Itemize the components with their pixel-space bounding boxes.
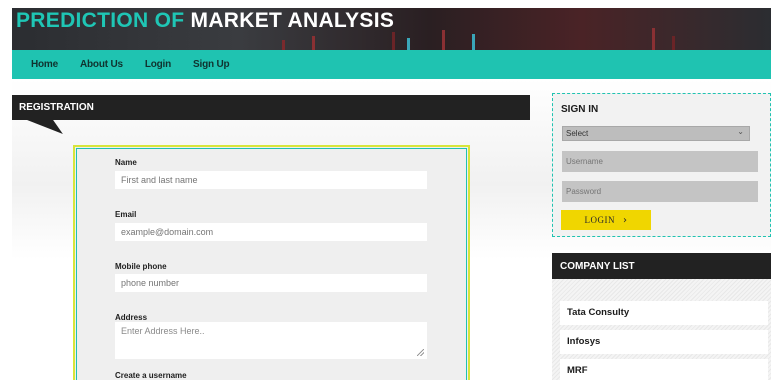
site-title-part2: MARKET ANALYSIS xyxy=(190,9,395,32)
registration-heading-label: REGISTRATION xyxy=(19,102,94,113)
address-placeholder: Enter Address Here.. xyxy=(121,326,205,336)
address-field[interactable]: Enter Address Here.. xyxy=(115,322,427,359)
role-select-value: Select xyxy=(566,129,589,138)
mobile-phone-field[interactable] xyxy=(115,274,427,292)
login-button-label: LOGIN xyxy=(584,214,615,225)
email-field[interactable] xyxy=(115,223,427,241)
email-label: Email xyxy=(115,210,137,219)
site-title: PREDICTION OF MARKET ANALYSIS xyxy=(16,9,394,33)
username-input[interactable] xyxy=(562,151,758,172)
list-item-mrf[interactable]: MRF xyxy=(560,359,768,380)
nav-sign-up[interactable]: Sign Up xyxy=(193,59,230,70)
banner-decoration xyxy=(472,34,475,50)
list-item-tata-consulty[interactable]: Tata Consulty xyxy=(560,301,768,325)
banner-decoration xyxy=(392,32,395,50)
username-create-label: Create a username xyxy=(115,371,187,380)
company-list-heading-label: COMPANY LIST xyxy=(560,261,635,272)
resize-handle-icon[interactable] xyxy=(417,349,424,356)
banner-decoration xyxy=(652,28,655,50)
list-item-infosys[interactable]: Infosys xyxy=(560,330,768,354)
nav-login[interactable]: Login xyxy=(145,59,171,70)
registration-form: Name Email Mobile phone Address Enter Ad… xyxy=(73,145,470,380)
name-field[interactable] xyxy=(115,171,427,189)
nav-about-us[interactable]: About Us xyxy=(80,59,123,70)
main-nav: Home About Us Login Sign Up xyxy=(12,50,771,79)
name-label: Name xyxy=(115,158,137,167)
banner-decoration xyxy=(672,36,675,50)
company-list: Tata Consulty Infosys MRF xyxy=(552,279,771,380)
nav-home[interactable]: Home xyxy=(31,59,58,70)
password-input[interactable] xyxy=(562,181,758,202)
chevron-down-icon: ⌄ xyxy=(737,127,744,136)
banner-decoration xyxy=(312,36,315,50)
site-title-part1: PREDICTION OF xyxy=(16,9,191,32)
chevron-right-icon: › xyxy=(623,214,628,226)
mobile-phone-label: Mobile phone xyxy=(115,262,167,271)
header-banner: PREDICTION OF MARKET ANALYSIS xyxy=(12,8,771,50)
address-label: Address xyxy=(115,313,148,322)
login-button[interactable]: LOGIN › xyxy=(561,210,651,230)
signin-heading: SIGN IN xyxy=(561,104,599,115)
banner-decoration xyxy=(407,38,410,50)
banner-decoration xyxy=(442,30,445,50)
company-list-heading: COMPANY LIST xyxy=(552,253,771,293)
role-select[interactable]: Select ⌄ xyxy=(562,126,750,141)
banner-decoration xyxy=(282,40,285,50)
registration-heading: REGISTRATION xyxy=(12,95,530,134)
